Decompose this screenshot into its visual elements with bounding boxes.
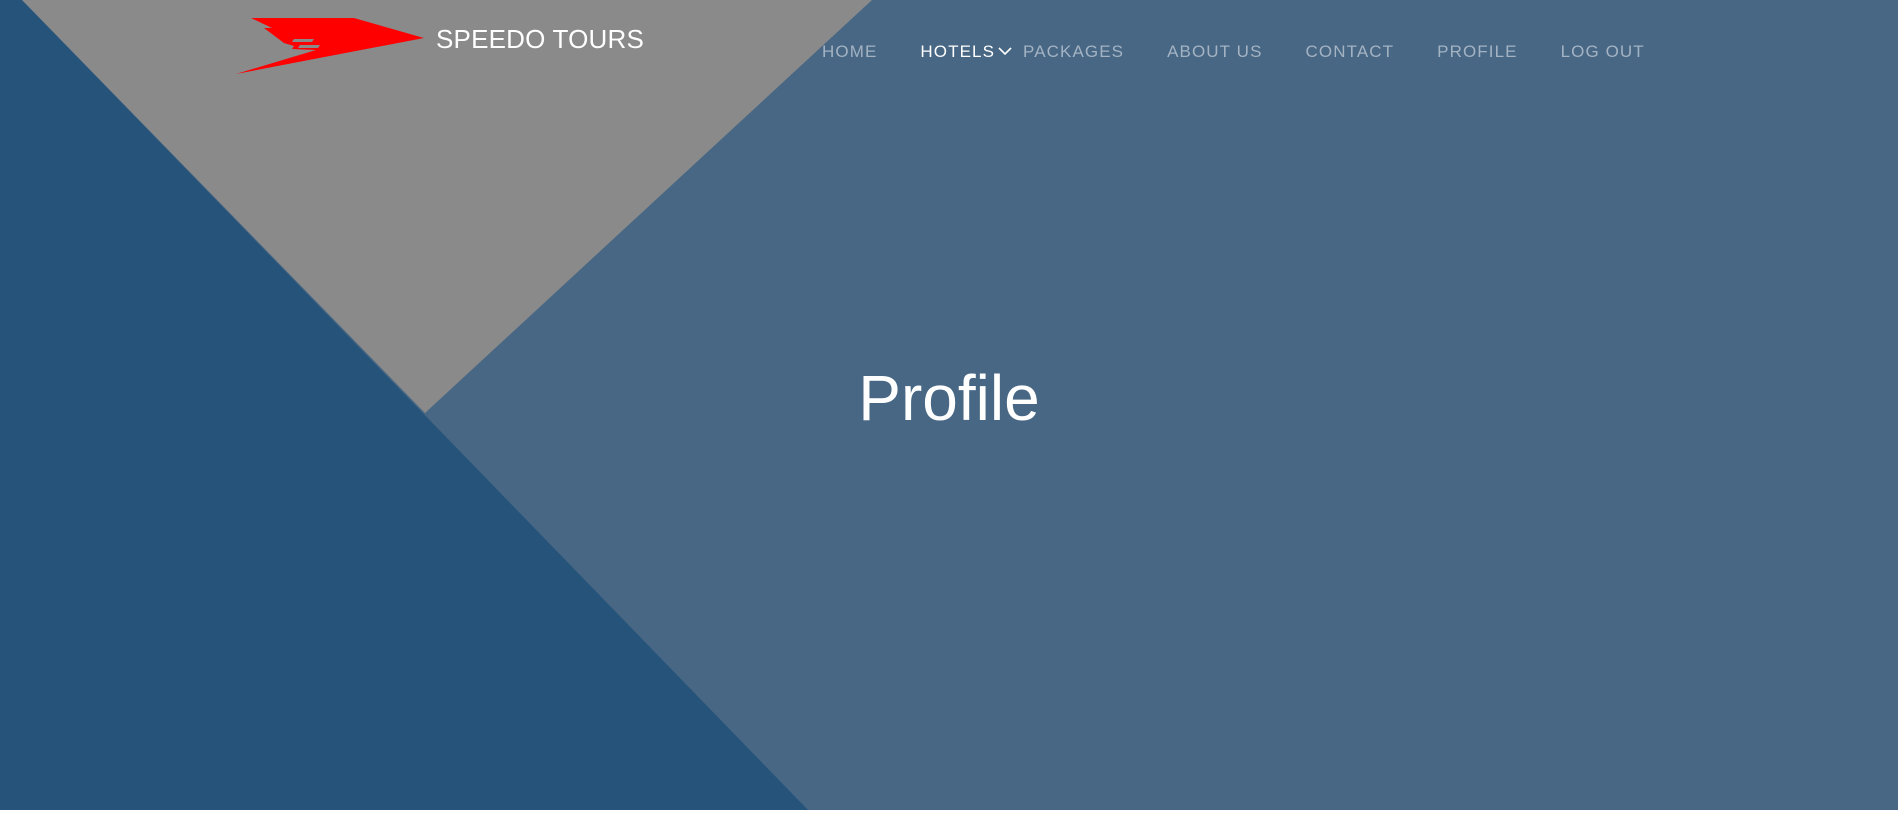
nav-contact[interactable]: CONTACT: [1306, 42, 1395, 62]
brand-name: SPEEDO TOURS: [436, 23, 645, 54]
chevron-down-icon: [998, 47, 1012, 56]
nav-profile[interactable]: PROFILE: [1437, 42, 1517, 62]
nav-packages[interactable]: PACKAGES: [1023, 42, 1124, 62]
page-title: Profile: [858, 362, 1040, 434]
nav-log-out[interactable]: LOG OUT: [1561, 42, 1645, 62]
nav-hotels-label: HOTELS: [920, 42, 996, 61]
nav-hotels[interactable]: HOTELS: [920, 42, 1013, 62]
nav-about-us[interactable]: ABOUT US: [1167, 42, 1262, 62]
speedo-wing-logo-icon: [236, 18, 424, 74]
hero-banner: SPEEDO TOURS HOME HOTELS PACKAGES ABOUT …: [0, 0, 1898, 810]
nav-home[interactable]: HOME: [822, 42, 877, 62]
navbar: SPEEDO TOURS HOME HOTELS PACKAGES ABOUT …: [0, 0, 1898, 100]
brand-link[interactable]: SPEEDO TOURS: [236, 16, 644, 76]
main-nav: HOME HOTELS PACKAGES ABOUT US CONTACT PR…: [822, 42, 1645, 62]
